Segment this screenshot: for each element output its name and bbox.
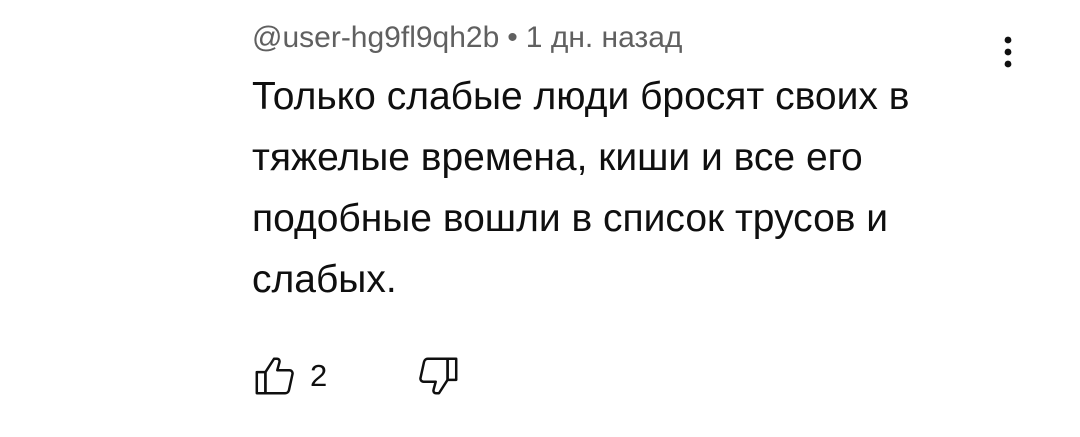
thumbs-up-icon: [255, 357, 294, 395]
comment-header: @user-hg9fl9qh2b • 1 дн. назад: [252, 20, 682, 56]
comment-text: Только слабые люди бросят своих в тяжелы…: [252, 75, 910, 301]
more-vertical-icon: [1004, 36, 1012, 68]
comment-actions: 2: [252, 348, 461, 404]
like-count: 2: [310, 358, 328, 393]
thumbs-down-icon: [419, 357, 458, 395]
comment-more-button[interactable]: [992, 30, 1024, 74]
meta-separator: •: [507, 21, 518, 54]
dislike-button[interactable]: [415, 353, 461, 399]
like-button[interactable]: 2: [252, 353, 327, 399]
comment-item: @user-hg9fl9qh2b • 1 дн. назад Только слаб…: [0, 0, 1080, 437]
comment-timestamp: 1 дн. назад: [525, 21, 683, 54]
comment-author[interactable]: @user-hg9fl9qh2b: [252, 21, 499, 54]
